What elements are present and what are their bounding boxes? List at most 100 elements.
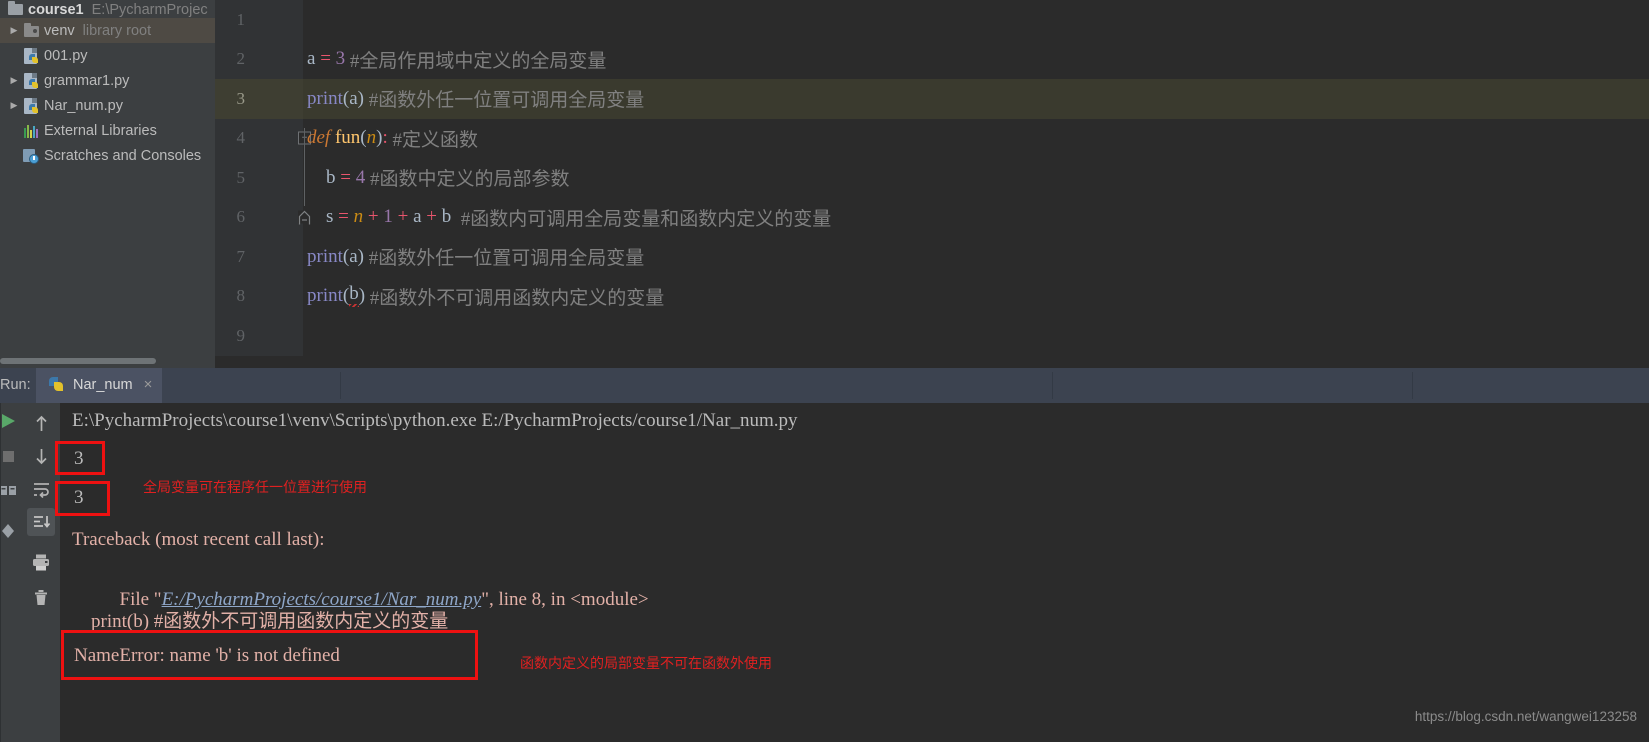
code-line-3[interactable]: 3 print (a) #函数外任一位置可调用全局变量 [215,79,1649,119]
scroll-to-end-button[interactable] [27,508,55,536]
gutter-line-8[interactable]: 8 [215,276,303,316]
up-arrow-button[interactable] [27,409,55,437]
code-line-7[interactable]: 7 print (a) #函数外任一位置可调用全局变量 [215,237,1649,277]
line-number: 6 [236,207,246,227]
run-button[interactable] [0,411,18,436]
python-file-icon [48,376,66,394]
code-text[interactable]: def fun(n): #定义函数 [307,119,478,159]
gutter-line-5[interactable]: 5 [215,158,303,198]
code-line-6[interactable]: 6 s = n + 1 + a + b #函数内可调用全局变量和函数内定义的变量 [215,197,1649,238]
play-icon [2,414,15,428]
code-line-2[interactable]: 2 a = 3 #全局作用域中定义的全局变量 [215,39,1649,80]
code-line-5[interactable]: 5 b = 4 #函数中定义的局部参数 [215,158,1649,198]
token: def [307,127,331,149]
scroll-to-end-icon [33,515,50,528]
line-number: 7 [236,246,246,266]
token: + [397,206,409,228]
gutter-line-4[interactable]: 4 [215,118,303,158]
token: a [307,48,316,70]
printer-icon [33,554,49,570]
down-arrow-button[interactable] [27,442,55,470]
python-file-icon [22,97,42,115]
token: 4 [355,166,366,188]
settings-button[interactable] [0,521,18,546]
tree-item-label: venv [44,22,75,39]
soft-wrap-button[interactable] [27,475,55,503]
gutter-line-9[interactable]: 9 [215,316,303,356]
project-root-label: course1 [28,2,84,18]
tree-item-label: 001.py [44,47,88,64]
token: + [367,206,379,228]
tree-row-scratches-and-consoles[interactable]: ▶ Scratches and Consoles [0,143,215,168]
tree-item-label: Scratches and Consoles [44,147,202,164]
token: = [320,48,331,70]
project-root-path: E:\PycharmProjec [91,2,208,18]
tree-row-project-root[interactable]: course1 E:\PycharmProjec [0,0,215,18]
project-tree-panel: course1 E:\PycharmProjec ▶ venv library … [0,0,215,368]
chevron-right-icon[interactable]: ▶ [6,100,22,111]
scratches-icon [22,147,42,165]
gutter-line-2[interactable]: 2 [215,39,303,79]
code-text[interactable]: s = n + 1 + a + b #函数内可调用全局变量和函数内定义的变量 [307,198,831,238]
run-panel-header: Run: Nar_num × [0,368,1649,403]
gutter-line-6[interactable]: 6 [215,197,303,237]
console-output[interactable]: E:\PycharmProjects\course1\venv\Scripts\… [60,403,1649,742]
chevron-right-icon[interactable]: ▶ [6,75,22,86]
traceback-file-suffix: ", line 8, in <module> [481,589,649,610]
code-text[interactable]: a = 3 #全局作用域中定义的全局变量 [307,40,606,80]
folder-icon [22,22,42,40]
python-file-icon [22,47,42,65]
chevron-placeholder: ▶ [6,125,22,136]
scrollbar-thumb[interactable] [0,358,156,364]
folder-icon [6,0,26,18]
print-button[interactable] [27,548,55,576]
code-text[interactable]: b = 4 #函数中定义的局部参数 [307,158,569,198]
line-number: 3 [236,88,246,108]
chevron-placeholder: ▶ [6,150,22,161]
diamond-icon [2,524,14,538]
stop-button[interactable] [0,448,17,470]
tree-row-001-py[interactable]: 001.py [0,43,215,68]
chevron-right-icon[interactable]: ▶ [6,25,22,36]
tree-row-grammar1-py[interactable]: ▶ grammar1.py [0,68,215,93]
token: a [413,206,422,228]
pin-tab-button[interactable] [0,483,18,505]
token: #函数中定义的局部参数 [369,169,570,191]
code-line-4[interactable]: 4−def fun(n): #定义函数 [215,118,1649,159]
code-text[interactable]: print (a) #函数外任一位置可调用全局变量 [307,79,644,119]
tree-row-external-libraries[interactable]: ▶ External Libraries [0,118,215,143]
token: b [307,166,336,188]
code-line-9[interactable]: 9 [215,316,1649,356]
run-tab-nar-num[interactable]: Nar_num × [36,368,163,403]
code-editor[interactable]: 12a = 3 #全局作用域中定义的全局变量 3 print (a) #函数外任一位置… [215,0,1649,368]
trash-icon [35,589,47,605]
token: #函数外任一位置可调用全局变量 [368,90,645,112]
code-text[interactable]: print(b) #函数外不可调用函数内定义的变量 [307,277,664,317]
token: n [353,206,364,228]
line-number: 4 [236,128,246,148]
code-line-8[interactable]: 8 print(b) #函数外不可调用函数内定义的变量 [215,276,1649,317]
gutter-line-7[interactable]: 7 [215,237,303,277]
gutter-line-3[interactable]: 3 [215,79,303,119]
tree-row-nar-num-py[interactable]: ▶ Nar_num.py [0,93,215,118]
token: #函数外不可调用函数内定义的变量 [369,287,665,309]
console-command-line: E:\PycharmProjects\course1\venv\Scripts\… [72,410,798,431]
clear-all-button[interactable] [27,583,55,611]
token: #函数外任一位置可调用全局变量 [368,248,645,270]
project-horizontal-scrollbar[interactable] [0,356,215,366]
token: print [307,87,343,109]
token: #定义函数 [392,129,478,151]
tree-item-label: Nar_num.py [44,97,123,114]
close-icon[interactable]: × [144,376,153,393]
annotation-global-variable: 全局变量可在程序任一位置进行使用 [143,479,367,495]
header-divider [1412,372,1413,399]
token: b [441,206,452,228]
tree-row-venv[interactable]: ▶ venv library root [0,18,215,43]
run-panel-label: Run: [0,377,31,393]
code-text[interactable]: print (a) #函数外任一位置可调用全局变量 [307,237,644,277]
gutter-line-1[interactable]: 1 [215,0,303,40]
code-line-1[interactable]: 1 [215,0,1649,40]
line-number: 8 [236,286,246,306]
token: (a) [342,245,364,267]
token: fun [334,127,361,149]
